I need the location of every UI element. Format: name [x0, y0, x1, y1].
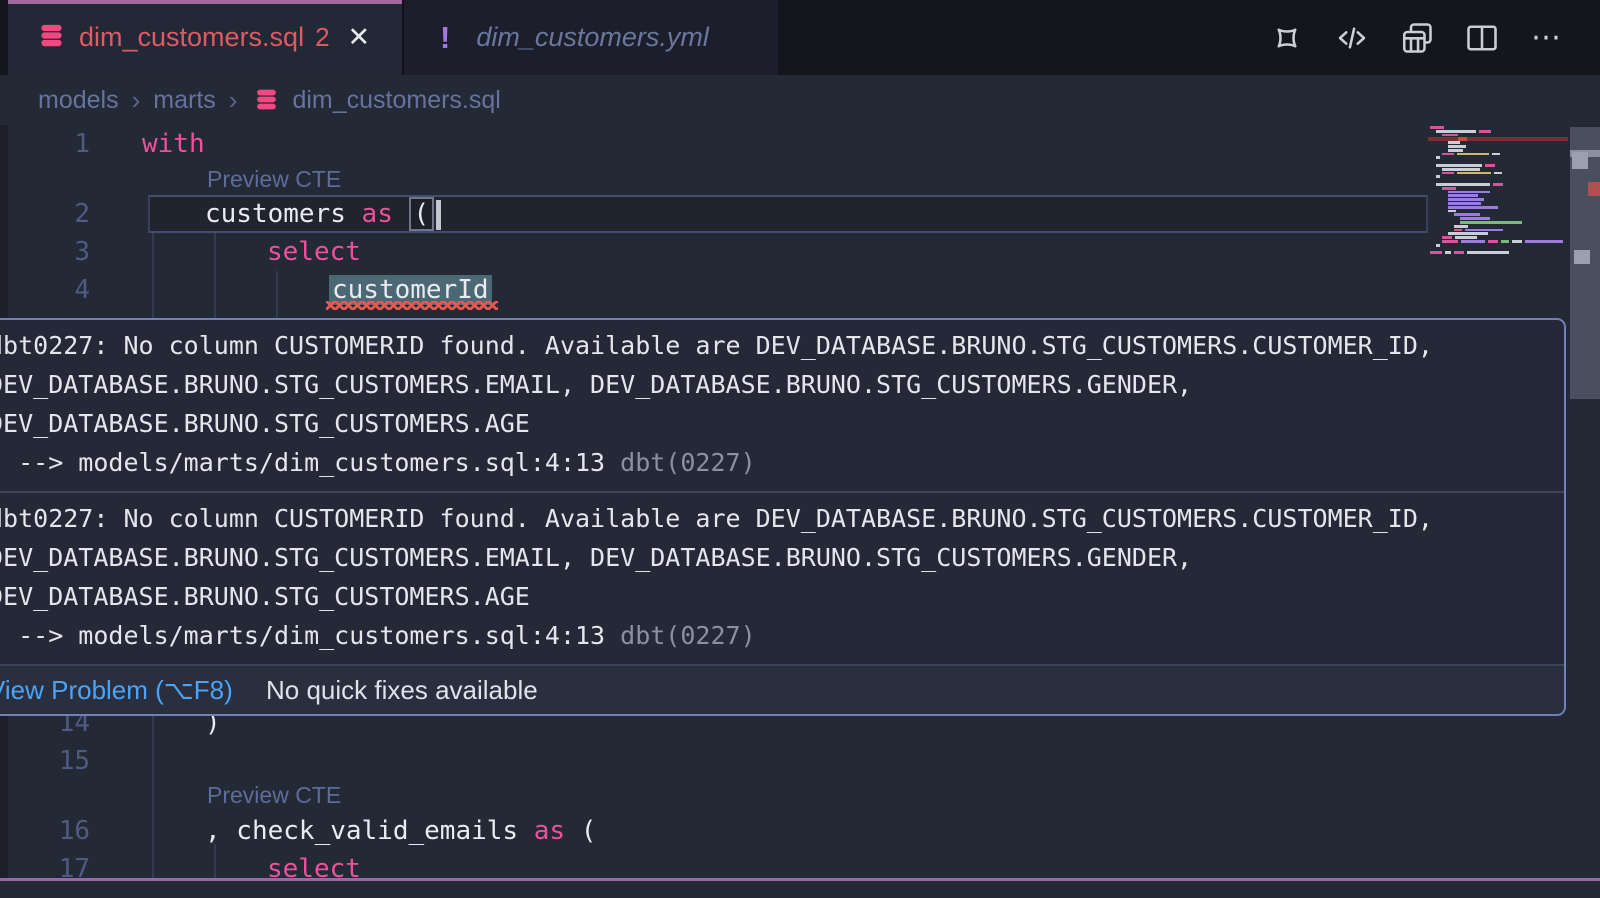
- dbt-power-user-button[interactable]: [1268, 19, 1306, 57]
- indent-guide: [214, 233, 216, 318]
- error-message-line: DEV_DATABASE.BRUNO.STG_CUSTOMERS.EMAIL, …: [0, 538, 1564, 577]
- panel-top-divider: [0, 878, 1600, 881]
- error-message-line: DEV_DATABASE.BRUNO.STG_CUSTOMERS.AGE: [0, 577, 1564, 616]
- keyword: with: [142, 129, 205, 159]
- popup-status-bar: View Problem (⌥F8) No quick fixes availa…: [0, 666, 1564, 714]
- error-message-line: dbt0227: No column CUSTOMERID found. Ava…: [0, 499, 1564, 538]
- code-line-1[interactable]: with: [142, 125, 205, 163]
- error-message-line: dbt0227: No column CUSTOMERID found. Ava…: [0, 326, 1564, 365]
- error-file-location: --> models/marts/dim_customers.sql:4:13: [0, 621, 620, 650]
- error-message-block-1: dbt0227: No column CUSTOMERID found. Ava…: [0, 320, 1564, 491]
- warning-icon: !: [440, 20, 450, 56]
- error-file-location: --> models/marts/dim_customers.sql:4:13: [0, 448, 620, 477]
- error-source-code: dbt(0227): [620, 448, 755, 477]
- database-icon: [250, 86, 279, 115]
- line-number: 4: [0, 271, 90, 309]
- vscode-workbench: { "tabs": { "active": { "label": "dim_cu…: [0, 0, 1600, 898]
- tab-dim-customers-sql[interactable]: dim_customers.sql 2 ✕: [8, 0, 402, 75]
- codelens-preview-cte[interactable]: Preview CTE: [207, 779, 341, 811]
- view-problem-link[interactable]: View Problem (⌥F8): [0, 666, 233, 714]
- database-icon: [38, 22, 65, 54]
- tab-label: dim_customers.sql: [79, 22, 304, 53]
- code-icon: [1334, 20, 1370, 56]
- tab-label: dim_customers.yml: [476, 22, 709, 53]
- identifier: , check_valid_emails: [205, 816, 518, 846]
- query-results-button[interactable]: [1398, 19, 1436, 57]
- breadcrumb-models[interactable]: models: [38, 86, 119, 115]
- tab-problems-badge: 2: [315, 22, 329, 53]
- error-message-line: DEV_DATABASE.BRUNO.STG_CUSTOMERS.EMAIL, …: [0, 365, 1564, 404]
- error-message-block-2: dbt0227: No column CUSTOMERID found. Ava…: [0, 493, 1564, 664]
- no-quick-fixes-label: No quick fixes available: [266, 666, 538, 714]
- editor-actions: ⋯: [1268, 0, 1566, 75]
- breadcrumb-marts[interactable]: marts: [153, 86, 216, 115]
- error-hover-popup: dbt0227: No column CUSTOMERID found. Ava…: [0, 318, 1566, 716]
- code-line-16[interactable]: , check_valid_emails as (: [205, 812, 596, 850]
- keyword: as: [346, 199, 409, 229]
- breadcrumb: models › marts › dim_customers.sql: [0, 75, 1600, 125]
- code-line-3[interactable]: select: [267, 233, 361, 271]
- error-message-location: --> models/marts/dim_customers.sql:4:13 …: [0, 443, 1564, 482]
- error-message-location: --> models/marts/dim_customers.sql:4:13 …: [0, 616, 1564, 655]
- code-line-2[interactable]: customers as (: [205, 195, 441, 233]
- line-number: 15: [0, 742, 90, 780]
- line-number: 3: [0, 233, 90, 271]
- compiled-sql-button[interactable]: [1333, 19, 1371, 57]
- indent-guide: [276, 271, 278, 318]
- bracket: (: [581, 816, 597, 846]
- breadcrumb-file[interactable]: dim_customers.sql: [292, 86, 500, 115]
- code-line-17[interactable]: select: [267, 850, 361, 888]
- tab-dim-customers-yml[interactable]: ! dim_customers.yml: [402, 0, 778, 75]
- line-number: 17: [0, 850, 90, 888]
- line-number: 2: [0, 195, 90, 233]
- ellipsis-icon: ⋯: [1531, 20, 1563, 55]
- tab-bar: dim_customers.sql 2 ✕ ! dim_customers.ym…: [0, 0, 1600, 75]
- chevron-right-icon: ›: [229, 85, 238, 116]
- scrollbar-slider[interactable]: [1570, 127, 1600, 399]
- codelens-preview-cte[interactable]: Preview CTE: [207, 163, 341, 195]
- line-number: 1: [0, 125, 90, 163]
- indent-guide: [152, 233, 154, 318]
- dbt-logo-icon: [1269, 20, 1305, 56]
- active-tab-accent-line: [8, 0, 402, 4]
- more-actions-button[interactable]: ⋯: [1528, 19, 1566, 57]
- keyword: select: [267, 237, 361, 267]
- chevron-right-icon: ›: [132, 85, 141, 116]
- text-cursor: [436, 200, 441, 230]
- error-squiggly-underline: [326, 301, 498, 310]
- close-icon[interactable]: ✕: [348, 22, 371, 53]
- split-editor-button[interactable]: [1463, 19, 1501, 57]
- table-copy-icon: [1399, 20, 1435, 56]
- bracket-match: (: [409, 197, 435, 231]
- split-editor-icon: [1464, 20, 1500, 56]
- identifier: customers: [205, 199, 346, 229]
- error-source-code: dbt(0227): [620, 621, 755, 650]
- line-number: 16: [0, 812, 90, 850]
- keyword: as: [518, 816, 581, 846]
- error-message-line: DEV_DATABASE.BRUNO.STG_CUSTOMERS.AGE: [0, 404, 1564, 443]
- indent-guide: [152, 716, 154, 878]
